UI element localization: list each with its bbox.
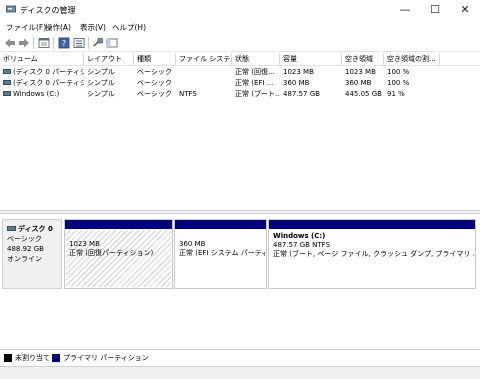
volume-row[interactable]: (ディスク 0 パーティショ... シンプル ベーシック 正常 (EFI ...… bbox=[0, 78, 480, 89]
volume-icon bbox=[3, 91, 11, 96]
volume-name-cell: (ディスク 0 パーティショ... bbox=[0, 78, 84, 89]
column-header-free-percent[interactable]: 空き領域の割... bbox=[384, 53, 440, 65]
status-cell: 正常 (EFI ... bbox=[235, 79, 274, 87]
toolbar: ? bbox=[0, 34, 480, 52]
column-header-capacity[interactable]: 容量 bbox=[280, 53, 342, 65]
menu-view[interactable]: 表示(V) bbox=[80, 22, 106, 33]
menu-help[interactable]: ヘルプ(H) bbox=[112, 22, 146, 33]
minimize-button[interactable]: — bbox=[392, 0, 418, 20]
legend-bar: 未割り当て プライマリ パーティション bbox=[0, 349, 480, 365]
free-space-cell: 445.05 GB bbox=[345, 90, 382, 98]
menu-file[interactable]: ファイル(F) bbox=[6, 22, 46, 33]
partition-efi[interactable]: 360 MB 正常 (EFI システム パーティシ bbox=[174, 219, 267, 289]
partition-bar bbox=[269, 220, 475, 229]
column-header-type[interactable]: 種類 bbox=[134, 53, 176, 65]
layout-cell: シンプル bbox=[87, 90, 115, 98]
partition-bar bbox=[65, 220, 172, 229]
toolbar-separator bbox=[88, 37, 89, 49]
partition-title: Windows (C:) bbox=[273, 232, 326, 240]
volume-list: ボリューム レイアウト 種類 ファイル システム 状態 容量 空き領域 空き領域… bbox=[0, 53, 480, 208]
column-header-layout[interactable]: レイアウト bbox=[84, 53, 134, 65]
partition-recovery[interactable]: 1023 MB 正常 (回復パーティション) bbox=[64, 219, 173, 289]
file-system-cell bbox=[176, 67, 232, 78]
file-system-cell: NTFS bbox=[179, 90, 197, 98]
legend-unallocated-swatch bbox=[4, 354, 12, 362]
svg-text:?: ? bbox=[62, 39, 66, 48]
type-cell: ベーシック bbox=[137, 68, 172, 76]
disk-graphical-view: ディスク 0 ベーシック 488.92 GB オンライン 1023 MB 正常 … bbox=[0, 214, 480, 349]
volume-name-cell: (ディスク 0 パーティショ... bbox=[0, 67, 84, 78]
toolbar-separator bbox=[53, 37, 54, 49]
column-header-status[interactable]: 状態 bbox=[232, 53, 280, 65]
partition-status: 正常 (回復パーティション) bbox=[69, 249, 154, 257]
legend-primary-swatch bbox=[52, 354, 60, 362]
legend-primary-label: プライマリ パーティション bbox=[63, 354, 149, 362]
file-system-cell bbox=[176, 78, 232, 89]
partition-status: 正常 (ブート, ページ ファイル, クラッシュ ダンプ, プライマリ パーティ… bbox=[273, 250, 474, 258]
volume-icon bbox=[3, 80, 11, 85]
volume-name: (ディスク 0 パーティショ... bbox=[13, 79, 84, 87]
back-arrow-icon[interactable] bbox=[4, 37, 16, 49]
status-bar bbox=[0, 366, 480, 379]
free-percent-cell: 100 % bbox=[387, 68, 410, 76]
partition-windows[interactable]: Windows (C:) 487.57 GB NTFS 正常 (ブート, ページ… bbox=[268, 219, 476, 289]
partition-body: Windows (C:) 487.57 GB NTFS 正常 (ブート, ページ… bbox=[270, 230, 474, 287]
status-cell: 正常 (回復... bbox=[235, 68, 275, 76]
properties-icon[interactable] bbox=[38, 37, 50, 49]
free-space-cell: 1023 MB bbox=[345, 68, 376, 76]
column-header-row: ボリューム レイアウト 種類 ファイル システム 状態 容量 空き領域 空き領域… bbox=[0, 53, 480, 66]
connect-icon[interactable] bbox=[92, 37, 104, 49]
layout-cell: シンプル bbox=[87, 79, 115, 87]
disk-management-icon bbox=[6, 5, 16, 13]
disk-name: ディスク 0 bbox=[18, 225, 53, 233]
free-percent-cell: 100 % bbox=[387, 79, 410, 87]
title-bar: ディスクの管理 — ☐ ✕ bbox=[0, 0, 480, 20]
free-percent-cell: 91 % bbox=[387, 90, 405, 98]
capacity-cell: 1023 MB bbox=[283, 68, 314, 76]
column-header-volume[interactable]: ボリューム bbox=[0, 53, 84, 65]
volume-row[interactable]: (ディスク 0 パーティショ... シンプル ベーシック 正常 (回復... 1… bbox=[0, 67, 480, 78]
disk-size: 488.92 GB bbox=[7, 245, 44, 253]
disk-type: ベーシック bbox=[7, 235, 42, 243]
disk-title-row: ディスク 0 bbox=[7, 224, 57, 234]
help-icon[interactable]: ? bbox=[58, 37, 70, 49]
disk-icon bbox=[7, 226, 16, 231]
volume-icon bbox=[3, 69, 11, 74]
layout-cell: シンプル bbox=[87, 68, 115, 76]
disk-status: オンライン bbox=[7, 255, 42, 263]
volume-name-cell: Windows (C:) bbox=[0, 89, 84, 100]
type-cell: ベーシック bbox=[137, 90, 172, 98]
toolbar-separator bbox=[33, 37, 34, 49]
close-button[interactable]: ✕ bbox=[452, 0, 478, 20]
details-icon[interactable] bbox=[73, 37, 85, 49]
partition-status: 正常 (EFI システム パーティシ bbox=[179, 249, 265, 257]
menu-action[interactable]: 操作(A) bbox=[45, 22, 71, 33]
maximize-button[interactable]: ☐ bbox=[422, 0, 448, 20]
forward-arrow-icon[interactable] bbox=[18, 37, 30, 49]
partition-body: 360 MB 正常 (EFI システム パーティシ bbox=[176, 230, 265, 287]
column-header-free-space[interactable]: 空き領域 bbox=[342, 53, 384, 65]
status-cell: 正常 (ブート... bbox=[235, 90, 280, 98]
partition-size: 1023 MB bbox=[69, 240, 100, 248]
volume-name: (ディスク 0 パーティショ... bbox=[13, 68, 84, 76]
partition-bar bbox=[175, 220, 266, 229]
menu-bar: ファイル(F) 操作(A) 表示(V) ヘルプ(H) bbox=[0, 20, 480, 34]
partition-size: 360 MB bbox=[179, 240, 206, 248]
capacity-cell: 487.57 GB bbox=[283, 90, 320, 98]
free-space-cell: 360 MB bbox=[345, 79, 372, 87]
column-header-file-system[interactable]: ファイル システム bbox=[176, 53, 232, 65]
console-icon[interactable] bbox=[106, 37, 118, 49]
volume-row[interactable]: Windows (C:) シンプル ベーシック NTFS 正常 (ブート... … bbox=[0, 89, 480, 100]
type-cell: ベーシック bbox=[137, 79, 172, 87]
volume-name: Windows (C:) bbox=[13, 90, 60, 98]
partition-size: 487.57 GB NTFS bbox=[273, 241, 331, 249]
partition-body: 1023 MB 正常 (回復パーティション) bbox=[66, 230, 171, 287]
capacity-cell: 360 MB bbox=[283, 79, 310, 87]
disk-info-panel[interactable]: ディスク 0 ベーシック 488.92 GB オンライン bbox=[2, 219, 62, 289]
legend-unallocated-label: 未割り当て bbox=[15, 354, 50, 362]
window-title: ディスクの管理 bbox=[20, 6, 76, 15]
